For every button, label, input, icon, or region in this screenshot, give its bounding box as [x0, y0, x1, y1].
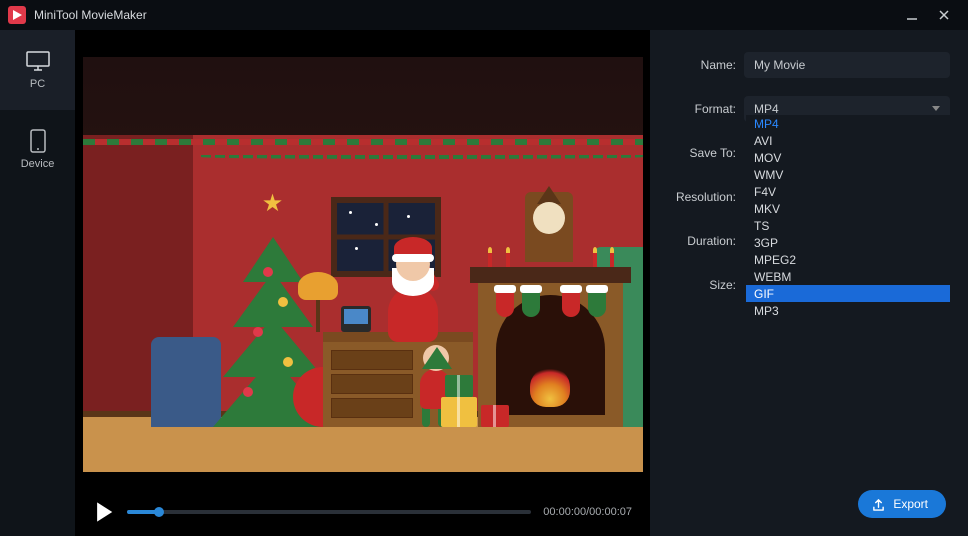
format-option[interactable]: MPEG2: [746, 251, 950, 268]
minimize-button[interactable]: [896, 0, 928, 30]
export-label: Export: [893, 497, 928, 511]
name-label: Name:: [658, 58, 744, 72]
play-button[interactable]: [93, 501, 115, 523]
format-option[interactable]: TS: [746, 217, 950, 234]
format-option[interactable]: WMV: [746, 166, 950, 183]
preview-area: ★: [75, 30, 650, 536]
saveto-label: Save To:: [658, 146, 744, 160]
export-button[interactable]: Export: [858, 490, 946, 518]
resolution-label: Resolution:: [658, 190, 744, 204]
device-icon: [25, 130, 51, 152]
export-panel: Name: Format: MP4 Save To: Resolution: D…: [650, 30, 968, 536]
format-value: MP4: [754, 102, 779, 116]
player-controls: 00:00:00/00:00:07: [75, 488, 650, 536]
sidebar: PC Device: [0, 30, 75, 536]
format-option[interactable]: MOV: [746, 149, 950, 166]
name-input[interactable]: [744, 52, 950, 78]
video-preview[interactable]: ★: [83, 57, 643, 472]
size-label: Size:: [658, 278, 744, 292]
close-button[interactable]: [928, 0, 960, 30]
format-option[interactable]: MP3: [746, 302, 950, 319]
format-option[interactable]: AVI: [746, 132, 950, 149]
format-option[interactable]: WEBM: [746, 268, 950, 285]
format-option[interactable]: MP4: [746, 115, 950, 132]
app-title: MiniTool MovieMaker: [34, 8, 147, 22]
timeline-slider[interactable]: [127, 510, 531, 514]
format-dropdown[interactable]: MP4AVIMOVWMVF4VMKVTS3GPMPEG2WEBMGIFMP3: [746, 115, 950, 319]
timecode: 00:00:00/00:00:07: [543, 506, 632, 518]
app-logo: [8, 6, 26, 24]
format-label: Format:: [658, 102, 744, 116]
monitor-icon: [25, 50, 51, 72]
sidebar-item-label: Device: [21, 158, 55, 170]
export-icon: [872, 498, 885, 511]
duration-label: Duration:: [658, 234, 744, 248]
sidebar-item-label: PC: [30, 78, 45, 90]
format-option[interactable]: F4V: [746, 183, 950, 200]
caret-down-icon: [932, 106, 940, 115]
sidebar-item-device[interactable]: Device: [0, 110, 75, 190]
format-option[interactable]: 3GP: [746, 234, 950, 251]
format-option[interactable]: MKV: [746, 200, 950, 217]
format-option[interactable]: GIF: [746, 285, 950, 302]
sidebar-item-pc[interactable]: PC: [0, 30, 75, 110]
title-bar: MiniTool MovieMaker: [0, 0, 968, 30]
